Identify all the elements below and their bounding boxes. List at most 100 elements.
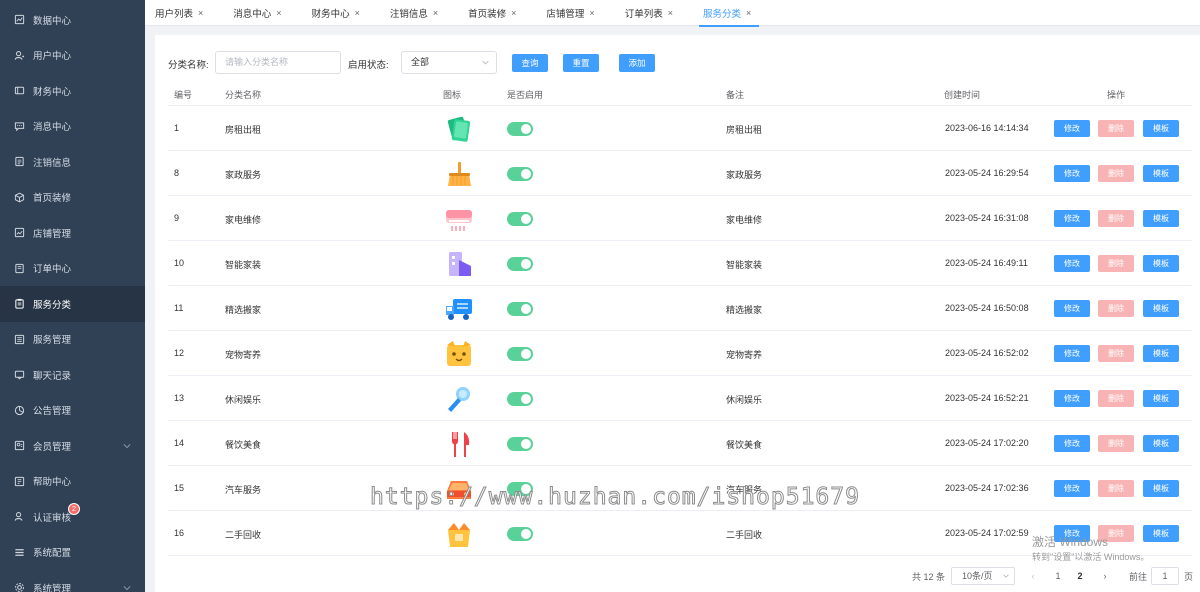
cell-created: 2023-05-24 16:52:02 bbox=[945, 348, 1029, 358]
sidebar-item-order[interactable]: 订单中心 bbox=[0, 251, 145, 287]
cell-name: 餐饮美食 bbox=[225, 440, 262, 450]
edit-button[interactable]: 修改 bbox=[1054, 435, 1090, 452]
next-page-button[interactable]: › bbox=[1098, 567, 1112, 585]
delete-button[interactable]: 删除 bbox=[1098, 255, 1134, 272]
template-button[interactable]: 模板 bbox=[1143, 345, 1179, 362]
enabled-toggle[interactable] bbox=[507, 257, 533, 271]
sidebar-item-menu[interactable]: 系统配置 bbox=[0, 535, 145, 571]
edit-button[interactable]: 修改 bbox=[1054, 345, 1090, 362]
notification-badge: 2 bbox=[68, 503, 80, 515]
close-icon[interactable]: × bbox=[433, 8, 438, 18]
sidebar-item-message[interactable]: 消息中心 bbox=[0, 109, 145, 145]
member-icon bbox=[14, 440, 25, 451]
sidebar-item-list[interactable]: 服务管理 bbox=[0, 322, 145, 358]
enabled-toggle[interactable] bbox=[507, 527, 533, 541]
status-select[interactable]: 全部 bbox=[401, 51, 497, 74]
cell-created: 2023-06-16 14:14:34 bbox=[945, 123, 1029, 133]
close-icon[interactable]: × bbox=[511, 8, 516, 18]
edit-button[interactable]: 修改 bbox=[1054, 165, 1090, 182]
sidebar-item-user[interactable]: 用户中心 bbox=[0, 38, 145, 74]
goto-page-input[interactable]: 1 bbox=[1151, 567, 1179, 585]
edit-button[interactable]: 修改 bbox=[1054, 300, 1090, 317]
enabled-toggle[interactable] bbox=[507, 302, 533, 316]
template-button[interactable]: 模板 bbox=[1143, 390, 1179, 407]
tab-0[interactable]: 用户列表 × bbox=[155, 0, 211, 26]
tab-4[interactable]: 首页装修 × bbox=[468, 0, 524, 26]
edit-button[interactable]: 修改 bbox=[1054, 390, 1090, 407]
query-button[interactable]: 查询 bbox=[512, 54, 548, 72]
cell-name: 汽车服务 bbox=[225, 485, 262, 495]
template-button[interactable]: 模板 bbox=[1143, 120, 1179, 137]
tab-3[interactable]: 注销信息 × bbox=[390, 0, 446, 26]
tab-2[interactable]: 财务中心 × bbox=[312, 0, 368, 26]
delete-button[interactable]: 删除 bbox=[1098, 480, 1134, 497]
enabled-toggle[interactable] bbox=[507, 122, 533, 136]
delete-button[interactable]: 删除 bbox=[1098, 210, 1134, 227]
edit-button[interactable]: 修改 bbox=[1054, 255, 1090, 272]
template-button[interactable]: 模板 bbox=[1143, 300, 1179, 317]
edit-button[interactable]: 修改 bbox=[1054, 480, 1090, 497]
reset-button[interactable]: 重置 bbox=[563, 54, 599, 72]
prev-page-button[interactable]: ‹ bbox=[1026, 567, 1040, 585]
close-icon[interactable]: × bbox=[668, 8, 673, 18]
sidebar-item-clipboard[interactable]: 服务分类 bbox=[0, 286, 145, 322]
sidebar-item-wallet[interactable]: 财务中心 bbox=[0, 73, 145, 109]
chevron-down-icon bbox=[482, 60, 489, 65]
close-icon[interactable]: × bbox=[198, 8, 203, 18]
cell-id: 12 bbox=[174, 348, 185, 358]
tab-label: 订单列表 bbox=[624, 8, 663, 20]
delete-button[interactable]: 删除 bbox=[1098, 300, 1134, 317]
sidebar-item-label: 首页装修 bbox=[33, 193, 72, 205]
sidebar-item-dashboard[interactable]: 数据中心 bbox=[0, 2, 145, 38]
delete-button[interactable]: 删除 bbox=[1098, 435, 1134, 452]
template-button[interactable]: 模板 bbox=[1143, 210, 1179, 227]
tab-label: 服务分类 bbox=[702, 8, 741, 20]
delete-button[interactable]: 删除 bbox=[1098, 390, 1134, 407]
template-button[interactable]: 模板 bbox=[1143, 255, 1179, 272]
template-button[interactable]: 模板 bbox=[1143, 435, 1179, 452]
tab-6[interactable]: 订单列表 × bbox=[625, 0, 681, 26]
close-icon[interactable]: × bbox=[355, 8, 360, 18]
template-button[interactable]: 模板 bbox=[1143, 165, 1179, 182]
tab-1[interactable]: 消息中心 × bbox=[233, 0, 289, 26]
page-size-select[interactable]: 10条/页 bbox=[951, 567, 1015, 585]
sidebar-item-cube[interactable]: 首页装修 bbox=[0, 180, 145, 216]
sidebar-item-label: 数据中心 bbox=[33, 15, 72, 27]
enabled-toggle[interactable] bbox=[507, 347, 533, 361]
cell-name: 智能家装 bbox=[225, 260, 262, 270]
cell-created: 2023-05-24 17:02:20 bbox=[945, 438, 1029, 448]
enabled-toggle[interactable] bbox=[507, 437, 533, 451]
edit-button[interactable]: 修改 bbox=[1054, 210, 1090, 227]
close-icon[interactable]: × bbox=[746, 8, 751, 18]
enabled-toggle[interactable] bbox=[507, 212, 533, 226]
delete-button[interactable]: 删除 bbox=[1098, 345, 1134, 362]
edit-button[interactable]: 修改 bbox=[1054, 120, 1090, 137]
chevron-down-icon bbox=[123, 585, 131, 591]
delete-button[interactable]: 删除 bbox=[1098, 165, 1134, 182]
delete-button[interactable]: 删除 bbox=[1098, 120, 1134, 137]
tab-5[interactable]: 店铺管理 × bbox=[546, 0, 602, 26]
tab-7[interactable]: 服务分类 × bbox=[698, 0, 760, 27]
add-button[interactable]: 添加 bbox=[619, 54, 655, 72]
category-name-input[interactable]: 请输入分类名称 bbox=[215, 51, 341, 74]
sidebar: 数据中心用户中心 财务中心 消息中心 注销信息首页装修店铺管理 订单中心 服务分类 服务管理… bbox=[0, 0, 145, 592]
sidebar-item-chat[interactable]: 聊天记录 bbox=[0, 357, 145, 393]
close-icon[interactable]: × bbox=[589, 8, 594, 18]
close-icon[interactable]: × bbox=[276, 8, 281, 18]
sidebar-item-chart[interactable]: 店铺管理 bbox=[0, 215, 145, 251]
enabled-toggle[interactable] bbox=[507, 392, 533, 406]
template-button[interactable]: 模板 bbox=[1143, 480, 1179, 497]
sidebar-item-member[interactable]: 会员管理 bbox=[0, 428, 145, 464]
sidebar-item-pie[interactable]: 公告管理 bbox=[0, 393, 145, 429]
tab-bar: 用户列表 × 消息中心 × 财务中心 × 注销信息 × 首页装修 × 店铺管理 × 订单列表 × 服务分类 × bbox=[145, 0, 1200, 27]
sidebar-item-settings[interactable]: 系统管理 bbox=[0, 570, 145, 592]
sidebar-item-help[interactable]: 帮助中心 bbox=[0, 464, 145, 500]
page-1[interactable]: 1 bbox=[1051, 567, 1065, 585]
sidebar-item-document[interactable]: 注销信息 bbox=[0, 144, 145, 180]
cell-remark: 家电维修 bbox=[726, 215, 763, 225]
sidebar-item-verify[interactable]: 认证审核 2 bbox=[0, 499, 145, 535]
enabled-toggle[interactable] bbox=[507, 167, 533, 181]
page-2[interactable]: 2 bbox=[1073, 567, 1087, 585]
recycle-box-icon bbox=[448, 523, 470, 547]
document-icon bbox=[14, 156, 25, 167]
